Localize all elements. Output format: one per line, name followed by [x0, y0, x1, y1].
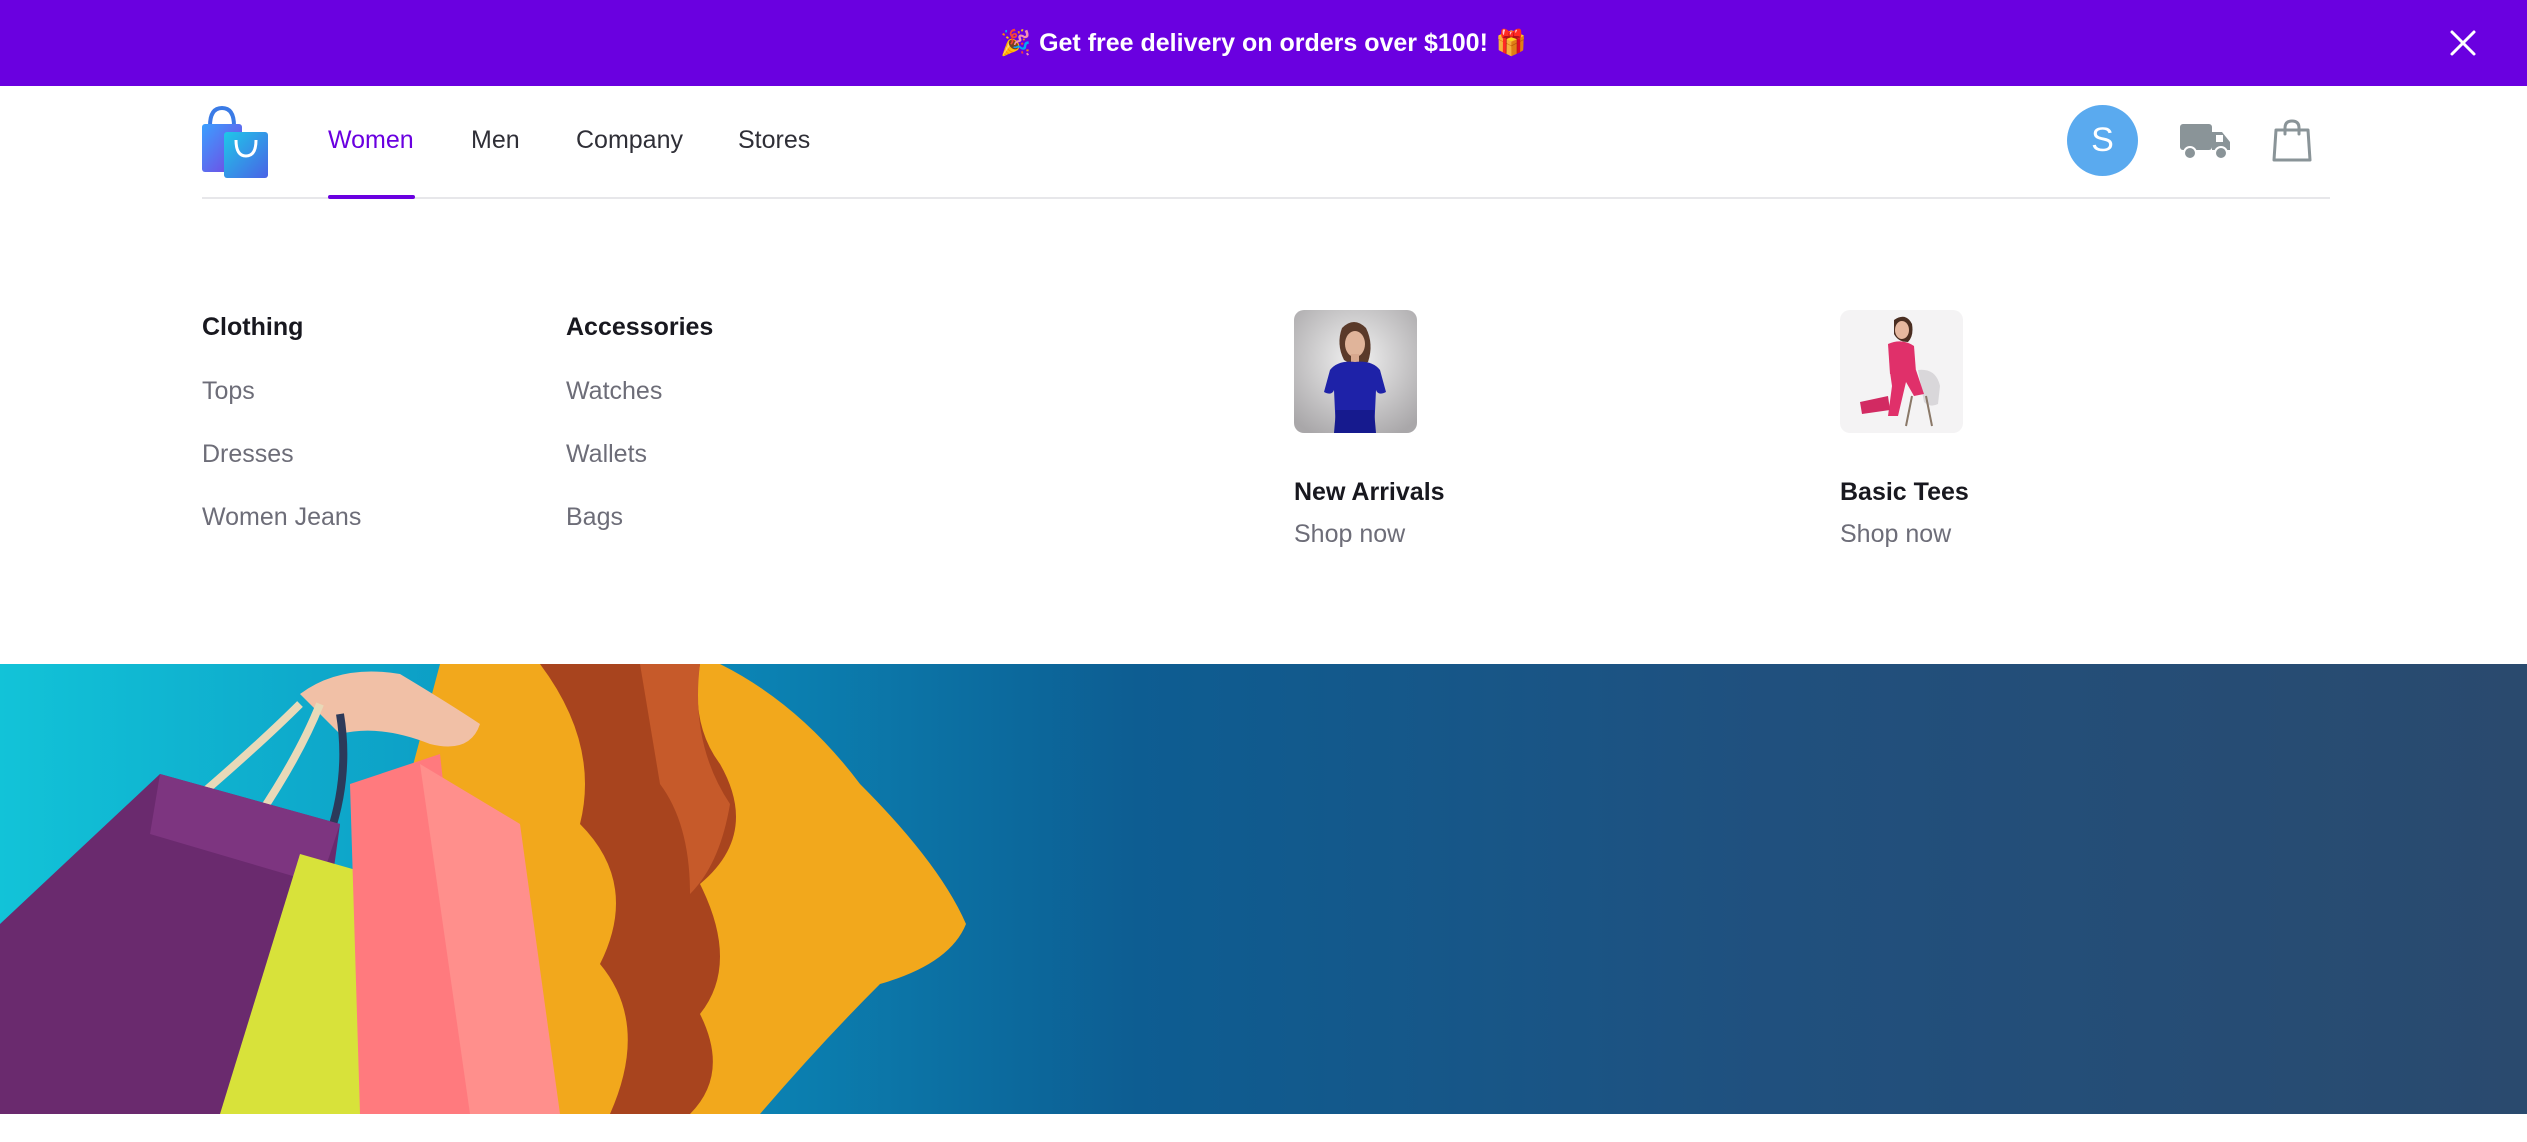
- menu-link-watches[interactable]: Watches: [566, 377, 662, 406]
- featured-title-basic-tees: Basic Tees: [1840, 478, 1969, 506]
- featured-cta-basic-tees[interactable]: Shop now: [1840, 520, 1951, 549]
- header-divider: [202, 197, 2330, 199]
- menu-link-bags[interactable]: Bags: [566, 503, 623, 532]
- nav-stores[interactable]: Stores: [738, 126, 810, 155]
- close-icon[interactable]: [2443, 23, 2483, 63]
- shopping-bag-logo-icon[interactable]: [200, 104, 272, 180]
- nav-women[interactable]: Women: [328, 126, 414, 155]
- hero-shopping-illustration: [0, 664, 966, 1114]
- menu-link-dresses[interactable]: Dresses: [202, 440, 294, 469]
- promo-banner: 🎉 Get free delivery on orders over $100!…: [0, 0, 2527, 86]
- nav-active-indicator: [328, 195, 415, 199]
- delivery-truck-icon[interactable]: [2178, 120, 2232, 162]
- nav-company[interactable]: Company: [576, 126, 683, 155]
- menu-link-women-jeans[interactable]: Women Jeans: [202, 503, 361, 532]
- hero-banner: [0, 664, 2527, 1114]
- gift-emoji: 🎁: [1495, 28, 1528, 57]
- new-arrivals-image[interactable]: [1294, 310, 1417, 433]
- shopping-bag-icon[interactable]: [2272, 118, 2312, 162]
- nav-men[interactable]: Men: [471, 126, 520, 155]
- menu-link-wallets[interactable]: Wallets: [566, 440, 647, 469]
- menu-column-title-clothing: Clothing: [202, 313, 304, 341]
- promo-text: Get free delivery on orders over $100!: [1039, 28, 1488, 57]
- menu-column-title-accessories: Accessories: [566, 313, 714, 341]
- featured-title-new-arrivals: New Arrivals: [1294, 478, 1445, 506]
- menu-link-tops[interactable]: Tops: [202, 377, 255, 406]
- avatar[interactable]: S: [2067, 105, 2138, 176]
- featured-cta-new-arrivals[interactable]: Shop now: [1294, 520, 1405, 549]
- party-popper-emoji: 🎉: [999, 28, 1032, 57]
- basic-tees-image[interactable]: [1840, 310, 1963, 433]
